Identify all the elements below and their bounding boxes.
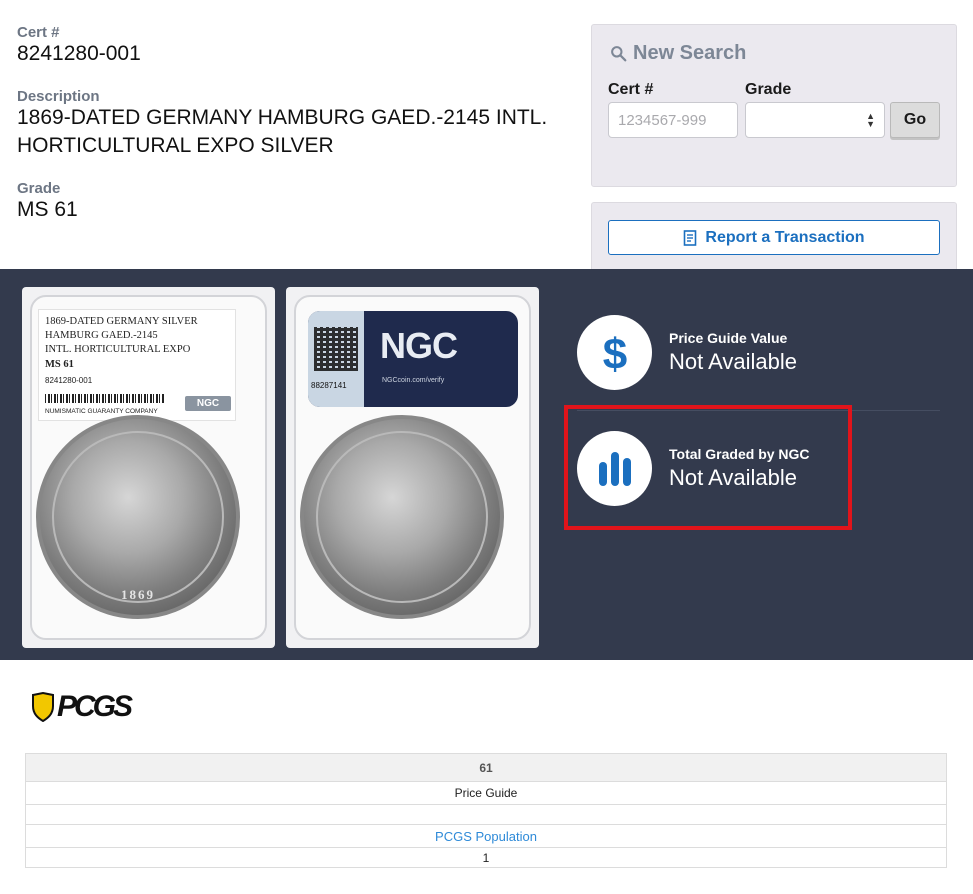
grade-select-label: Grade	[745, 81, 792, 98]
dollar-icon: $	[577, 315, 652, 390]
grade-select[interactable]: ▲ ▼	[745, 102, 885, 138]
slab-front-label: 1869-DATED GERMANY SILVER HAMBURG GAED.-…	[38, 309, 236, 421]
cert-search-input[interactable]	[608, 102, 738, 138]
go-button[interactable]: Go	[890, 102, 940, 138]
barcode-icon	[45, 394, 165, 403]
report-transaction-button[interactable]: Report a Transaction	[608, 220, 940, 255]
price-guide-title: Price Guide Value	[669, 330, 788, 346]
coin-year: 1869	[121, 587, 155, 602]
grade-value: MS 61	[17, 198, 78, 221]
select-arrows-icon: ▲ ▼	[866, 111, 875, 129]
description-label: Description	[17, 88, 100, 105]
description-line-2: HORTICULTURAL EXPO SILVER	[17, 134, 334, 157]
pcgs-price-guide-label: Price Guide	[25, 781, 947, 805]
slab-label-grade: MS 61	[45, 359, 74, 370]
slab-front-image[interactable]: 1869-DATED GERMANY SILVER HAMBURG GAED.-…	[22, 287, 275, 648]
pcgs-grade: 61	[25, 753, 947, 782]
receipt-icon	[684, 229, 697, 246]
highlight-box	[564, 405, 852, 530]
shield-icon	[32, 692, 54, 722]
ngc-badge: NGC	[185, 396, 231, 411]
ngc-logo: NGC	[380, 325, 458, 366]
slab-label-cert: 8241280-001	[45, 376, 93, 385]
pcgs-population-link[interactable]: PCGS Population	[25, 824, 947, 848]
slab-back-image[interactable]: 88287141 NGC NGCcoin.com/verify	[286, 287, 539, 648]
new-search-title-text: New Search	[633, 42, 747, 64]
pcgs-logo-text: PCGS	[57, 690, 133, 723]
report-transaction-label: Report a Transaction	[705, 228, 865, 246]
svg-text:$: $	[602, 330, 626, 376]
slab-back-label: 88287141 NGC NGCcoin.com/verify	[308, 311, 518, 407]
ngc-verify-url: NGCcoin.com/verify	[382, 377, 445, 384]
cert-label: Cert #	[17, 24, 60, 41]
new-search-panel: New Search Cert # Grade ▲▼ Go	[591, 24, 957, 187]
slab-back-number: 88287141	[311, 381, 347, 390]
cert-number: 8241280-001	[17, 42, 141, 65]
search-icon	[611, 46, 627, 62]
coin-details-band: 1869-DATED GERMANY SILVER HAMBURG GAED.-…	[0, 269, 973, 660]
grade-label: Grade	[17, 180, 61, 197]
pcgs-logo: PCGS	[31, 690, 133, 724]
slab-label-line-3: INTL. HORTICULTURAL EXPO	[45, 344, 191, 355]
new-search-title: New Search	[610, 42, 746, 65]
pcgs-table: 61 Price Guide PCGS Population 1	[25, 753, 947, 868]
slab-label-line-2: HAMBURG GAED.-2145	[45, 330, 158, 341]
slab-label-line-1: 1869-DATED GERMANY SILVER	[45, 316, 198, 327]
price-guide-value: Not Available	[669, 349, 798, 374]
coin-reverse	[300, 415, 504, 619]
description-line-1: 1869-DATED GERMANY HAMBURG GAED.-2145 IN…	[17, 106, 548, 129]
pcgs-price-guide-value	[25, 804, 947, 825]
coin-obverse: 1869	[36, 415, 240, 619]
pcgs-population-value: 1	[25, 847, 947, 868]
cert-input-label: Cert #	[608, 81, 654, 98]
report-panel: Report a Transaction	[591, 202, 957, 269]
qr-code-icon	[314, 327, 358, 371]
